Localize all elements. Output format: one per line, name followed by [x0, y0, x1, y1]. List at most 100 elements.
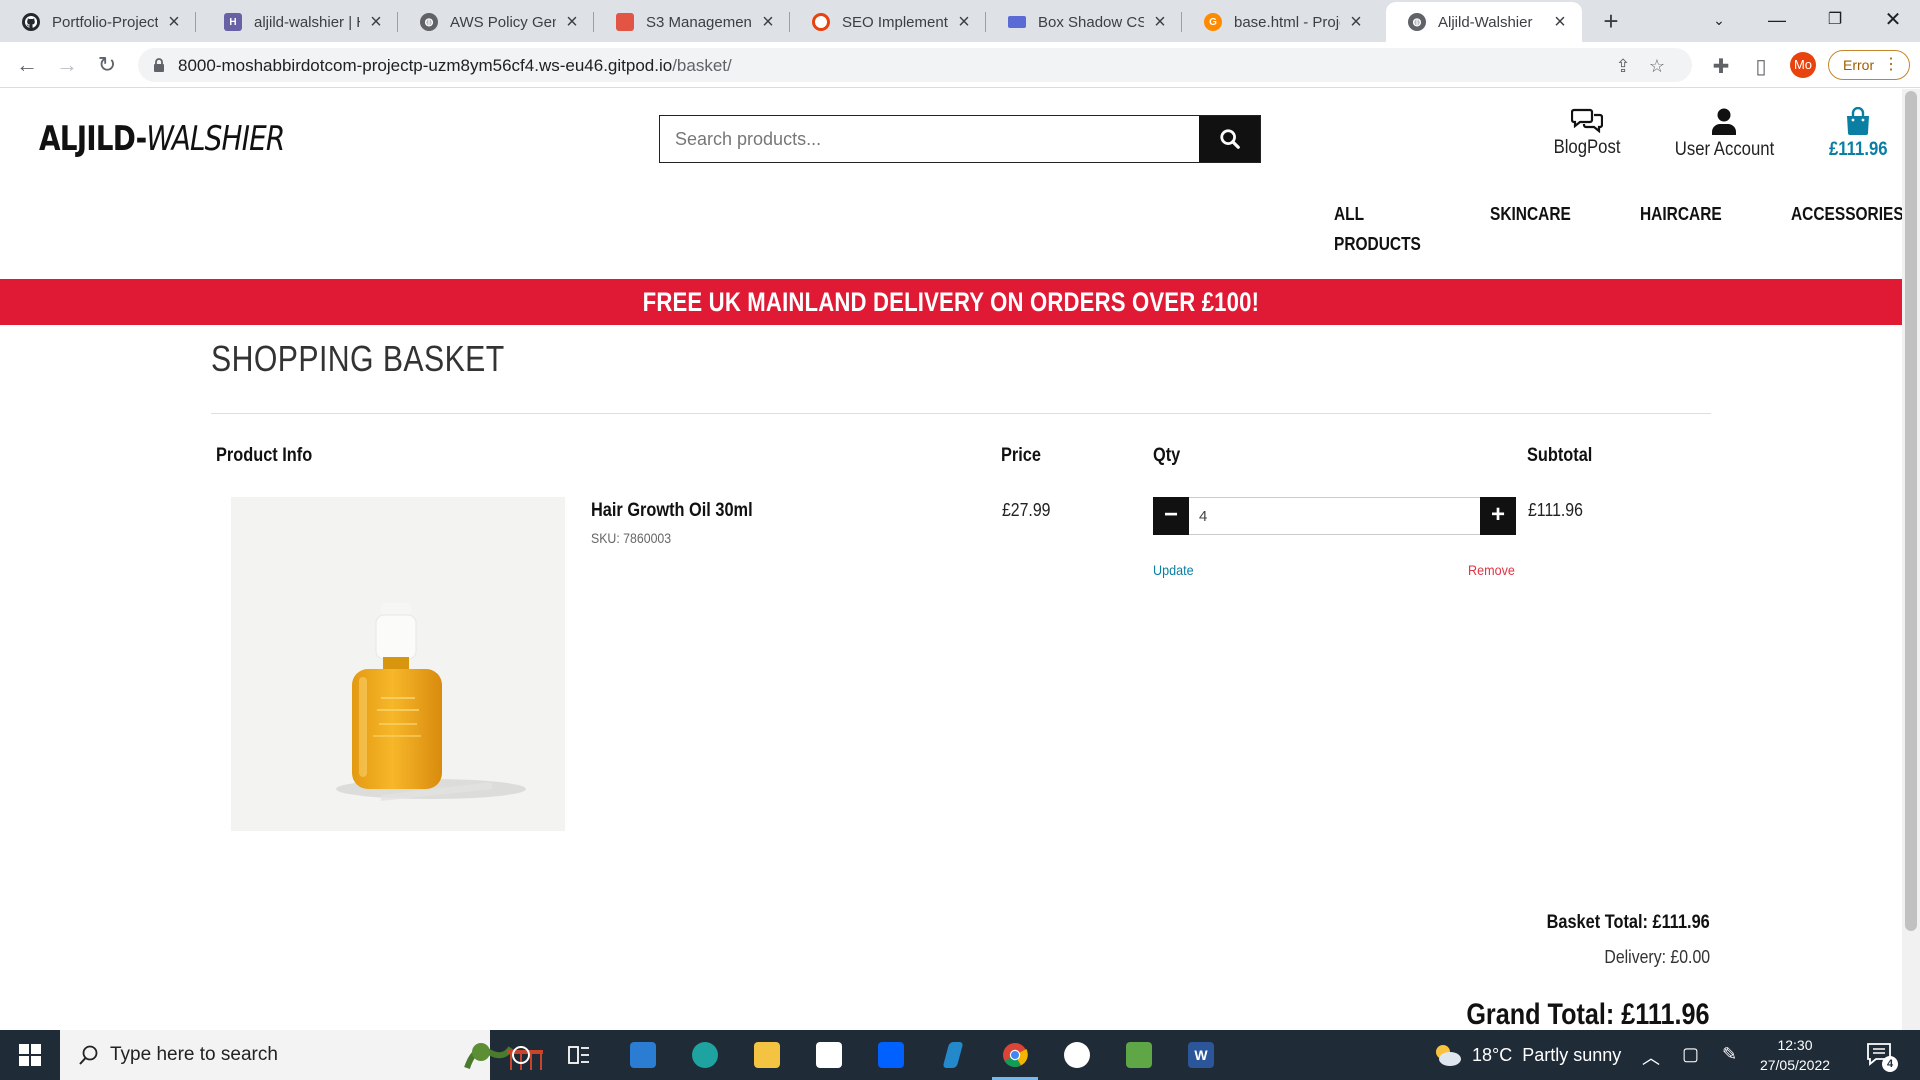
search-icon: [79, 1045, 98, 1065]
close-tab-icon[interactable]: ×: [1346, 11, 1366, 34]
sync-error-button[interactable]: Error ⋮: [1828, 50, 1910, 80]
product-name[interactable]: Hair Growth Oil 30ml: [591, 500, 753, 522]
reload-icon[interactable]: ↻: [92, 50, 122, 80]
error-label: Error: [1843, 57, 1875, 73]
profile-avatar[interactable]: Mo: [1790, 52, 1816, 78]
taskbar-app-vscode[interactable]: [924, 1030, 982, 1080]
close-tab-icon[interactable]: ×: [366, 11, 386, 34]
taskbar-app-word[interactable]: W: [1172, 1030, 1230, 1080]
search-input[interactable]: [660, 116, 1200, 162]
taskbar-app-slack[interactable]: [1048, 1030, 1106, 1080]
word-icon: W: [1188, 1042, 1214, 1068]
page-viewport: ALJILD-WALSHIER BlogPost User Account £1…: [0, 89, 1920, 1030]
task-view-icon-button[interactable]: [550, 1030, 608, 1080]
account-link[interactable]: User Account: [1668, 107, 1780, 161]
minimize-icon[interactable]: —: [1748, 0, 1806, 42]
windows-logo-icon: [19, 1044, 41, 1066]
decrement-button[interactable]: −: [1153, 497, 1189, 535]
blog-link[interactable]: BlogPost: [1542, 107, 1632, 159]
taskbar-app-chrome[interactable]: [986, 1030, 1044, 1080]
store-icon: [816, 1042, 842, 1068]
notification-badge: 4: [1882, 1056, 1898, 1072]
quantity-input[interactable]: [1189, 497, 1480, 535]
back-arrow-icon[interactable]: ←: [12, 50, 42, 80]
taskbar-app-store[interactable]: [800, 1030, 858, 1080]
close-tab-icon[interactable]: ×: [758, 11, 778, 34]
chrome-icon: [1003, 1043, 1028, 1068]
close-tab-icon[interactable]: ×: [954, 11, 974, 34]
browser-tab[interactable]: Portfolio-Project-5 ×: [0, 2, 196, 42]
quantity-stepper: − +: [1153, 497, 1516, 535]
close-tab-icon[interactable]: ×: [1550, 11, 1570, 34]
browser-tab-active[interactable]: ◍ Aljild-Walshier ×: [1386, 2, 1582, 42]
banner-text: FREE UK MAINLAND DELIVERY ON ORDERS OVER…: [642, 287, 1260, 317]
basket-link[interactable]: £111.96: [1822, 107, 1894, 161]
address-bar[interactable]: 8000-moshabbirdotcom-projectp-uzm8ym56cf…: [138, 48, 1692, 82]
blog-label: BlogPost: [1553, 137, 1621, 158]
aws-s3-icon: [616, 13, 634, 31]
start-button[interactable]: [0, 1030, 60, 1080]
browser-tab[interactable]: SEO Implementation ×: [790, 2, 986, 42]
product-price: £27.99: [1002, 500, 1051, 520]
update-link[interactable]: Update: [1153, 562, 1194, 578]
extensions-puzzle-icon[interactable]: ✚: [1710, 56, 1732, 78]
task-view-icon: [568, 1046, 589, 1064]
browser-tab[interactable]: Box Shadow CSS Generator ×: [986, 2, 1182, 42]
tab-search-chevron-icon[interactable]: ⌄: [1690, 0, 1748, 42]
search-button[interactable]: [1199, 116, 1260, 162]
shopping-bag-icon: [1847, 107, 1869, 135]
new-tab-button[interactable]: +: [1596, 6, 1626, 36]
taskbar-app-mail[interactable]: [614, 1030, 672, 1080]
nav-all-products-line2: PRODUCTS: [1334, 234, 1421, 254]
browser-tab-strip: Portfolio-Project-5 × H aljild-walshier …: [0, 0, 1920, 42]
browser-tab[interactable]: H aljild-walshier | Heroku ×: [202, 2, 398, 42]
taskbar-app-edge[interactable]: [676, 1030, 734, 1080]
close-tab-icon[interactable]: ×: [1150, 11, 1170, 34]
col-header-subtotal: Subtotal: [1527, 445, 1593, 466]
remove-link[interactable]: Remove: [1468, 562, 1515, 578]
nav-all-products[interactable]: ALL PRODUCTS: [1334, 199, 1421, 259]
taskbar-app-photos[interactable]: [1110, 1030, 1168, 1080]
tab-title: Portfolio-Project-5: [52, 13, 158, 31]
product-search-form: [659, 115, 1261, 163]
system-clock[interactable]: 12:30 27/05/2022: [1752, 1035, 1838, 1075]
action-center-button[interactable]: 4: [1866, 1042, 1898, 1072]
page-scrollbar[interactable]: [1902, 89, 1920, 1030]
heroku-icon: H: [224, 13, 242, 31]
nav-all-products-line1: ALL: [1334, 204, 1365, 224]
tray-chevron-up-icon[interactable]: ︿: [1642, 1044, 1660, 1070]
search-icon: [1219, 129, 1240, 149]
pen-workspace-icon[interactable]: ✎: [1722, 1044, 1737, 1065]
taskbar-search-box[interactable]: Type here to search: [60, 1030, 543, 1080]
side-panel-icon[interactable]: ▯: [1750, 56, 1772, 78]
weather-widget[interactable]: 18°C Partly sunny: [1432, 1030, 1621, 1080]
product-image[interactable]: [231, 497, 565, 831]
basket-total: Basket Total: £111.96: [1546, 912, 1710, 933]
taskbar-app-dropbox[interactable]: [862, 1030, 920, 1080]
close-window-icon[interactable]: ✕: [1864, 0, 1920, 42]
col-header-price: Price: [1001, 445, 1041, 466]
task-view-button[interactable]: [492, 1030, 550, 1080]
taskbar-search-text: Type here to search: [110, 1044, 278, 1065]
site-logo[interactable]: ALJILD-WALSHIER: [39, 119, 285, 159]
increment-button[interactable]: +: [1480, 497, 1516, 535]
browser-tab[interactable]: ◍ AWS Policy Generator ×: [398, 2, 594, 42]
bookmark-star-icon[interactable]: ☆: [1648, 57, 1666, 75]
meet-now-icon[interactable]: ▢: [1682, 1044, 1699, 1065]
user-icon: [1712, 108, 1736, 135]
nav-accessories[interactable]: ACCESSORIES: [1791, 199, 1904, 229]
logo-main-text: ALJILD-: [39, 119, 147, 159]
restore-icon[interactable]: ❐: [1806, 0, 1864, 42]
taskbar-app-explorer[interactable]: [738, 1030, 796, 1080]
tab-title: Box Shadow CSS Generator: [1038, 13, 1144, 31]
close-tab-icon[interactable]: ×: [562, 11, 582, 34]
title-divider: [211, 413, 1711, 414]
close-tab-icon[interactable]: ×: [164, 11, 184, 34]
forward-arrow-icon[interactable]: →: [52, 50, 82, 80]
nav-skincare[interactable]: SKINCARE: [1490, 199, 1571, 229]
scrollbar-thumb[interactable]: [1905, 91, 1917, 931]
browser-tab[interactable]: G base.html - Project ×: [1182, 2, 1378, 42]
share-icon[interactable]: ⇪: [1614, 57, 1632, 75]
nav-haircare[interactable]: HAIRCARE: [1640, 199, 1722, 229]
browser-tab[interactable]: S3 Management Console ×: [594, 2, 790, 42]
